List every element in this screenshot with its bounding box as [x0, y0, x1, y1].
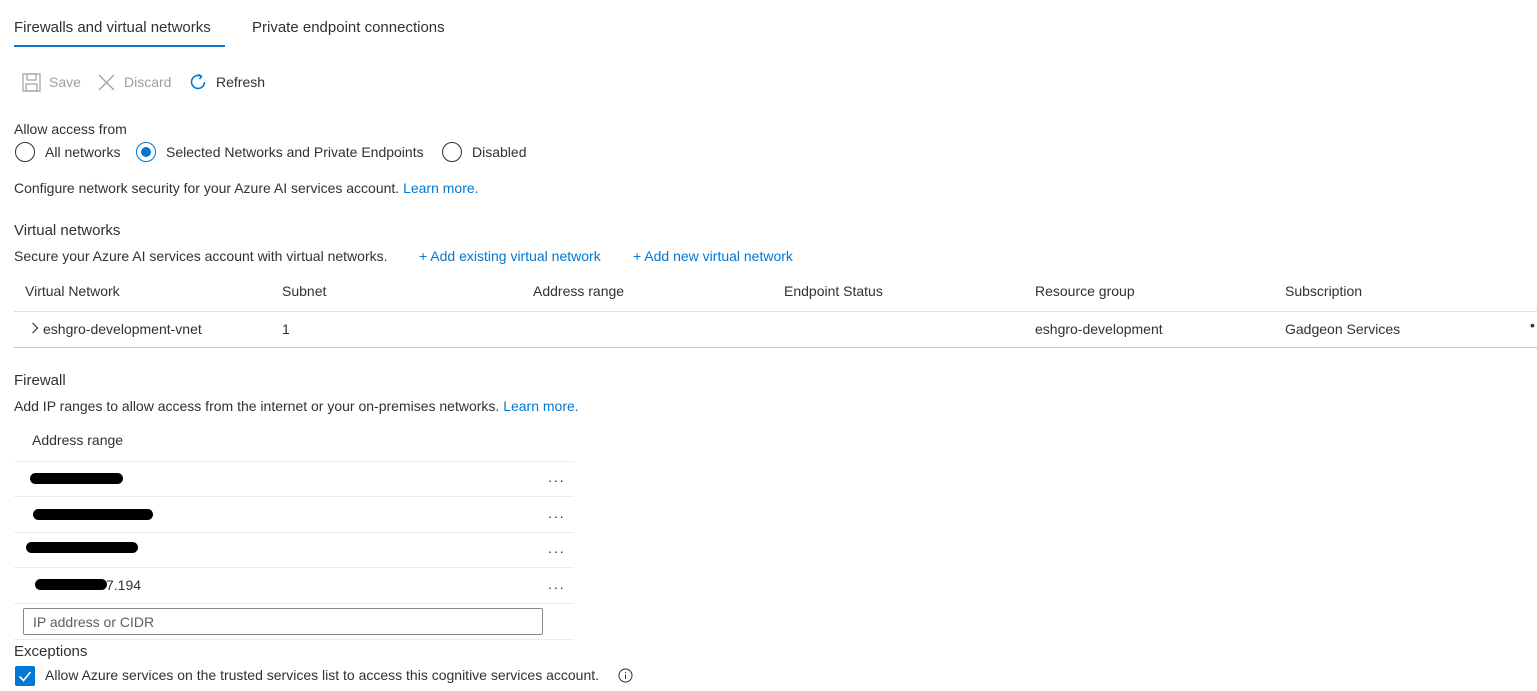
virtual-networks-heading: Virtual networks: [14, 222, 121, 239]
allow-access-label: Allow access from: [14, 121, 127, 137]
trusted-services-checkbox[interactable]: [15, 666, 35, 686]
close-icon: [97, 73, 116, 92]
redacted-address: [33, 509, 153, 520]
radio-label: Selected Networks and Private Endpoints: [166, 144, 424, 160]
discard-button[interactable]: Discard: [97, 70, 171, 94]
column-header-address-range[interactable]: Address range: [533, 283, 624, 299]
radio-label: Disabled: [472, 144, 527, 160]
refresh-icon: [188, 72, 208, 92]
table-row[interactable]: eshgro-development-vnet 1 eshgro-develop…: [14, 312, 1537, 347]
vnet-resource-group: eshgro-development: [1035, 321, 1163, 337]
access-description: Configure network security for your Azur…: [14, 180, 479, 196]
access-description-text: Configure network security for your Azur…: [14, 180, 400, 196]
redacted-address: [35, 579, 107, 590]
refresh-button[interactable]: Refresh: [188, 70, 265, 94]
chevron-right-icon[interactable]: [31, 321, 39, 337]
column-header-resource-group[interactable]: Resource group: [1035, 283, 1135, 299]
more-icon[interactable]: ...: [548, 576, 566, 592]
info-icon[interactable]: [618, 668, 633, 686]
refresh-label: Refresh: [216, 74, 266, 90]
add-existing-vnet-link[interactable]: + Add existing virtual network: [419, 248, 601, 264]
more-icon[interactable]: ...: [548, 469, 566, 485]
vnet-name: eshgro-development-vnet: [43, 321, 202, 337]
redacted-address: [30, 473, 123, 484]
firewall-learn-more-link[interactable]: Learn more.: [503, 398, 578, 414]
checkmark-icon: [15, 671, 35, 689]
save-button[interactable]: Save: [22, 70, 81, 94]
column-header-subnet[interactable]: Subnet: [282, 283, 326, 299]
learn-more-link[interactable]: Learn more.: [403, 180, 478, 196]
discard-label: Discard: [124, 74, 172, 90]
column-header-virtual-network[interactable]: Virtual Network: [25, 283, 120, 299]
row-divider: [14, 496, 574, 497]
trusted-services-label: Allow Azure services on the trusted serv…: [45, 667, 600, 683]
save-icon: [22, 72, 41, 92]
column-header-subscription[interactable]: Subscription: [1285, 283, 1362, 299]
tab-private-endpoint-connections[interactable]: Private endpoint connections: [252, 19, 445, 49]
redacted-address: [26, 542, 138, 553]
vnet-subscription: Gadgeon Services: [1285, 321, 1401, 337]
vnet-subnet: 1: [282, 321, 290, 337]
firewall-description: Add IP ranges to allow access from the i…: [14, 398, 579, 414]
radio-circle: [15, 142, 35, 162]
table-bottom-divider: [14, 347, 1537, 348]
ip-address-input[interactable]: [23, 608, 543, 635]
column-header-endpoint-status[interactable]: Endpoint Status: [784, 283, 883, 299]
more-icon[interactable]: ...: [548, 540, 566, 556]
radio-circle-checked: [136, 142, 156, 162]
radio-label: All networks: [45, 144, 121, 160]
add-new-vnet-link[interactable]: + Add new virtual network: [633, 248, 793, 264]
row-divider: [14, 639, 574, 640]
radio-selected-networks[interactable]: Selected Networks and Private Endpoints: [136, 142, 424, 162]
firewall-heading: Firewall: [14, 372, 66, 389]
radio-circle: [442, 142, 462, 162]
more-icon[interactable]: ...: [548, 505, 566, 521]
row-divider: [14, 567, 574, 568]
exceptions-heading: Exceptions: [14, 643, 88, 660]
radio-disabled[interactable]: Disabled: [442, 142, 526, 162]
save-label: Save: [49, 74, 81, 90]
virtual-networks-description: Secure your Azure AI services account wi…: [14, 248, 388, 264]
address-visible-suffix: 7.194: [106, 577, 142, 593]
row-divider: [14, 603, 574, 604]
row-divider: [14, 532, 574, 533]
active-tab-indicator: [14, 45, 225, 47]
column-header-address-range-firewall: Address range: [32, 432, 124, 448]
radio-all-networks[interactable]: All networks: [15, 142, 120, 162]
more-icon[interactable]: •: [1530, 317, 1535, 333]
row-divider: [14, 461, 574, 462]
firewall-description-text: Add IP ranges to allow access from the i…: [14, 398, 500, 414]
